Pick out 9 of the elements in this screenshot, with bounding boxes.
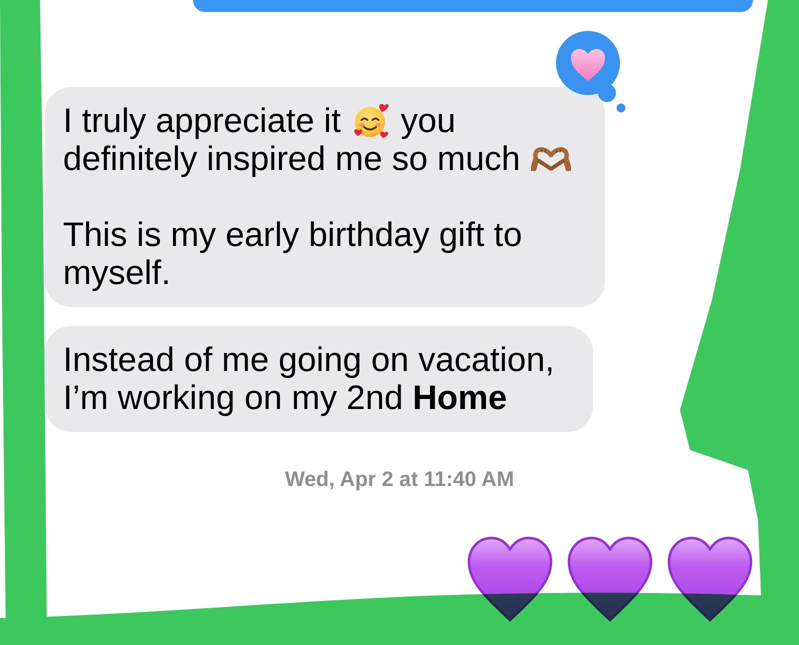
message-text: Instead of me going on vacation, I’m working on my 2nd Home xyxy=(63,341,556,417)
message-text: you xyxy=(400,102,456,140)
message-text: This is my early birthday gift to myself. xyxy=(63,216,524,292)
heart-hands-emoji-icon xyxy=(531,147,572,171)
smiling-face-emoji-icon xyxy=(352,102,390,140)
message-text: definitely inspired me so much xyxy=(63,140,520,178)
message-timestamp: Wed, Apr 2 at 11:40 AM xyxy=(284,468,514,492)
heart-reaction-icon xyxy=(556,31,626,113)
message-text: I truly appreciate it xyxy=(63,102,341,140)
